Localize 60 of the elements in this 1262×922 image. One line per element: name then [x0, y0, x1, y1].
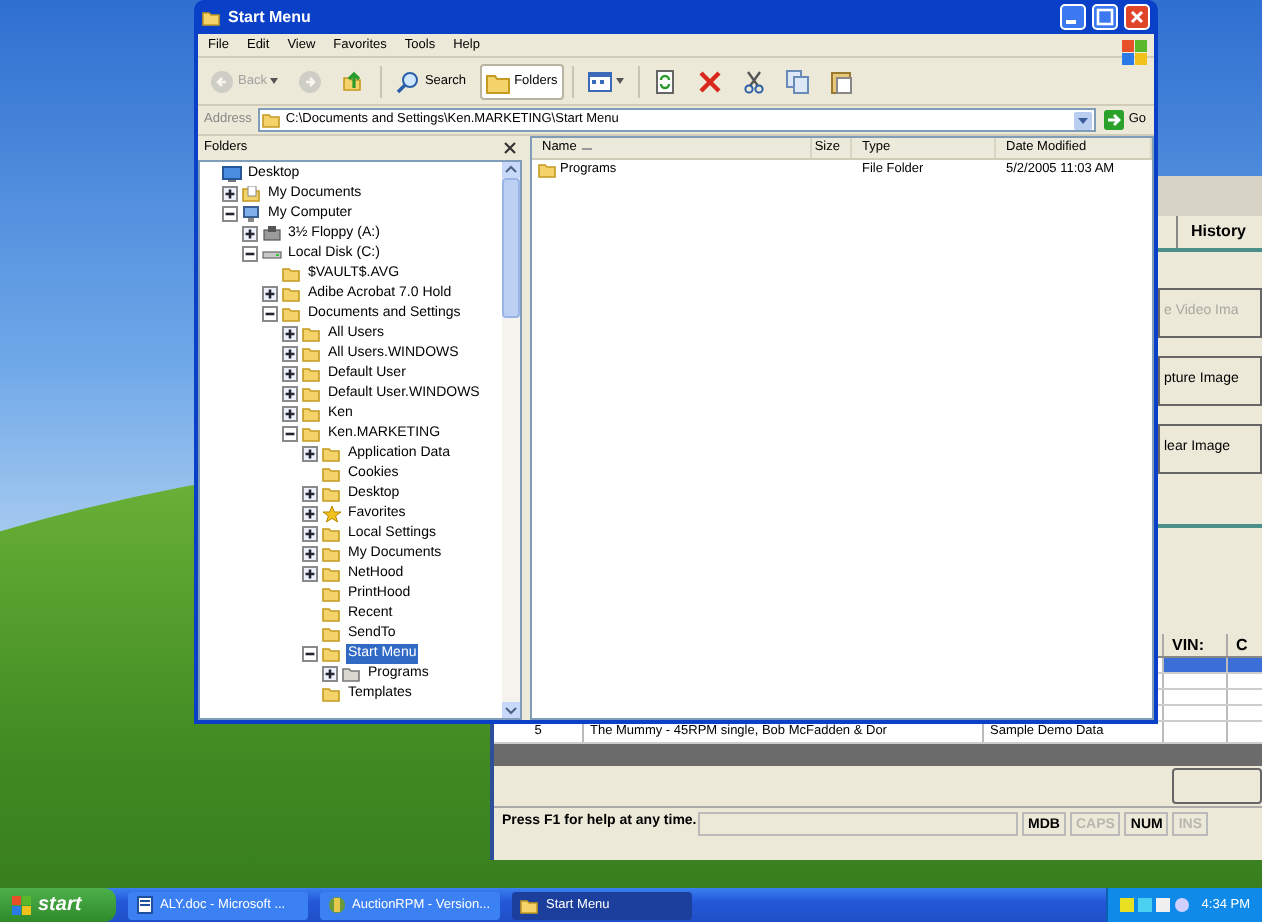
- expand-icon[interactable]: [302, 526, 318, 542]
- go-arrow-icon: [1104, 110, 1125, 130]
- delete-icon: [697, 69, 722, 93]
- scrollbar-thumb[interactable]: [502, 178, 520, 318]
- close-icon: [504, 142, 516, 154]
- expand-icon[interactable]: [282, 406, 298, 422]
- selected-grid-cell[interactable]: [1164, 658, 1228, 672]
- maximize-icon: [1092, 4, 1118, 30]
- desktop-icon: [222, 166, 242, 182]
- search-icon: [396, 69, 421, 93]
- expand-icon[interactable]: [282, 366, 298, 382]
- expand-icon[interactable]: [282, 346, 298, 362]
- expand-icon[interactable]: [282, 386, 298, 402]
- computer-icon: [242, 206, 262, 222]
- expand-icon[interactable]: [322, 666, 338, 682]
- views-icon: [587, 69, 612, 93]
- collapse-icon[interactable]: [242, 246, 258, 262]
- app-icon: [328, 896, 346, 914]
- scrollbar[interactable]: [502, 162, 520, 718]
- windows-flag-icon: [12, 895, 32, 915]
- scissors-icon: [741, 69, 766, 93]
- floppy-drive-icon: [262, 226, 282, 242]
- dropdown-caret-icon: [615, 78, 624, 84]
- star-icon: [322, 506, 342, 522]
- folder-icon: [520, 897, 540, 913]
- expand-icon[interactable]: [282, 326, 298, 342]
- collapse-icon[interactable]: [302, 646, 318, 662]
- expand-icon[interactable]: [302, 566, 318, 582]
- expand-icon[interactable]: [302, 446, 318, 462]
- minimize-icon: [1060, 4, 1086, 30]
- document-icon: [136, 896, 154, 914]
- back-arrow-icon: [210, 69, 234, 93]
- clipboard-icon: [829, 69, 854, 93]
- windows-flag-icon: [1120, 38, 1148, 66]
- folder-icon: [202, 9, 222, 25]
- dropdown-caret-icon: [270, 78, 279, 84]
- expand-icon[interactable]: [302, 506, 318, 522]
- folder-up-icon: [342, 69, 367, 93]
- expand-icon[interactable]: [222, 186, 238, 202]
- scroll-up-icon: [502, 162, 520, 178]
- column-header: C: [1228, 634, 1262, 656]
- folder-icon: [261, 112, 282, 128]
- collapse-icon[interactable]: [282, 426, 298, 442]
- collapse-icon[interactable]: [262, 306, 278, 322]
- app-button[interactable]: [1172, 768, 1262, 804]
- expand-icon[interactable]: [242, 226, 258, 242]
- collapse-icon[interactable]: [222, 206, 238, 222]
- expand-icon[interactable]: [302, 546, 318, 562]
- copy-icon: [785, 69, 810, 93]
- column-header: VIN:: [1164, 634, 1228, 656]
- scroll-down-icon: [502, 702, 520, 718]
- documents-folder-icon: [242, 186, 262, 202]
- window-title: Start Menu: [228, 5, 313, 29]
- disk-drive-icon: [262, 246, 282, 262]
- close-icon: [1124, 4, 1150, 30]
- folder-sync-icon: [653, 69, 678, 93]
- expand-icon[interactable]: [302, 486, 318, 502]
- dropdown-caret-icon: [1074, 111, 1093, 129]
- folder-icon: [486, 69, 511, 93]
- expand-icon[interactable]: [262, 286, 278, 302]
